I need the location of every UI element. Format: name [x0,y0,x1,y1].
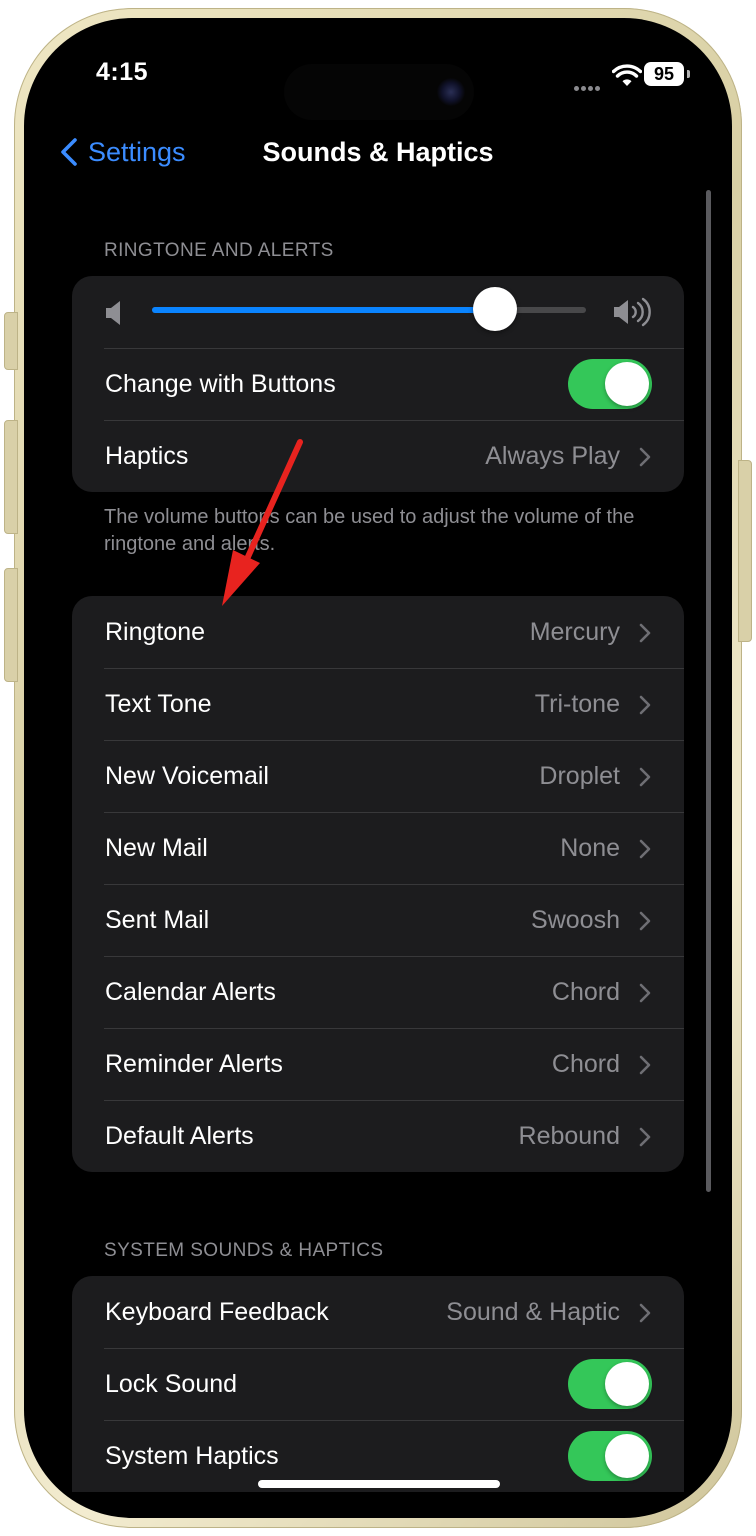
tone-row-default-alerts[interactable]: Default Alerts Rebound [72,1100,684,1172]
action-button [4,312,18,370]
row-value: Chord [551,977,620,1006]
tone-row-sent-mail[interactable]: Sent Mail Swoosh [72,884,684,956]
tone-row-new-voicemail[interactable]: New Voicemail Droplet [72,740,684,812]
tone-row-new-mail[interactable]: New Mail None [72,812,684,884]
row-value: Swoosh [531,905,620,934]
volume-slider-row [72,276,684,348]
lock-sound-toggle[interactable] [568,1359,652,1409]
cellular-signal-icon [574,78,602,96]
row-value: Mercury [529,617,620,646]
page-title: Sounds & Haptics [262,137,494,167]
keyboard-feedback-row[interactable]: Keyboard Feedback Sound & Haptic [72,1276,684,1348]
change-with-buttons-row: Change with Buttons [72,348,684,420]
tone-row-calendar-alerts[interactable]: Calendar Alerts Chord [72,956,684,1028]
section-header-system: SYSTEM SOUNDS & HAPTICS [104,1240,384,1261]
ringtone-alerts-group: Change with Buttons Haptics Always Play [72,276,684,492]
chevron-right-icon [639,839,651,859]
tone-row-reminder-alerts[interactable]: Reminder Alerts Chord [72,1028,684,1100]
row-label: Change with Buttons [105,369,336,398]
status-time: 4:15 [96,58,149,86]
volume-up-button [4,420,18,534]
row-label: New Mail [105,833,208,862]
row-label: Text Tone [105,689,212,718]
row-label: New Voicemail [105,761,269,790]
volume-slider-knob[interactable] [472,287,517,331]
chevron-right-icon [639,447,651,467]
row-label: Reminder Alerts [105,1049,283,1078]
battery-icon: 95 [644,62,684,86]
speaker-wave-icon [614,297,651,327]
row-value: Rebound [518,1121,620,1150]
row-label: Ringtone [105,617,206,646]
wifi-icon [612,64,642,86]
volume-slider[interactable] [152,287,586,331]
system-haptics-toggle[interactable] [568,1431,652,1481]
chevron-right-icon [639,983,651,1003]
row-label: Sent Mail [105,905,210,934]
chevron-right-icon [639,623,651,643]
home-indicator[interactable] [258,1480,500,1488]
chevron-right-icon [639,911,651,931]
change-with-buttons-toggle[interactable] [568,359,652,409]
tones-group: Ringtone Mercury Text Tone Tri-tone New … [72,596,684,1172]
volume-down-button [4,568,18,682]
row-value: Tri-tone [534,689,620,718]
row-value: Sound & Haptic [446,1297,620,1326]
chevron-right-icon [639,1303,651,1323]
row-label: System Haptics [105,1441,279,1470]
system-sounds-group: Keyboard Feedback Sound & Haptic Lock So… [72,1276,684,1492]
chevron-right-icon [639,1127,651,1147]
volume-slider-fill [152,307,495,313]
front-camera [437,78,465,106]
chevron-right-icon [639,695,651,715]
row-label: Calendar Alerts [105,977,276,1006]
tone-row-text-tone[interactable]: Text Tone Tri-tone [72,668,684,740]
row-label: Keyboard Feedback [105,1297,329,1326]
speaker-icon [106,301,120,325]
row-value: Chord [551,1049,620,1078]
scrollbar[interactable] [706,190,711,1192]
row-value: Always Play [485,441,620,470]
row-label: Default Alerts [105,1121,254,1150]
haptics-row[interactable]: Haptics Always Play [72,420,684,492]
lock-sound-row: Lock Sound [72,1348,684,1420]
row-value: None [560,833,620,862]
power-button [738,460,752,642]
row-value: Droplet [539,761,620,790]
volume-footer-note: The volume buttons can be used to adjust… [104,506,635,555]
phone-screen: 4:15 95 Settings Sounds & Haptics RINGTO… [24,18,732,1518]
row-label: Haptics [105,441,189,470]
section-header-ringtone: RINGTONE AND ALERTS [104,240,334,261]
tone-row-ringtone[interactable]: Ringtone Mercury [72,596,684,668]
battery-tip [687,70,690,78]
chevron-right-icon [639,767,651,787]
row-label: Lock Sound [105,1369,238,1398]
chevron-right-icon [639,1055,651,1075]
